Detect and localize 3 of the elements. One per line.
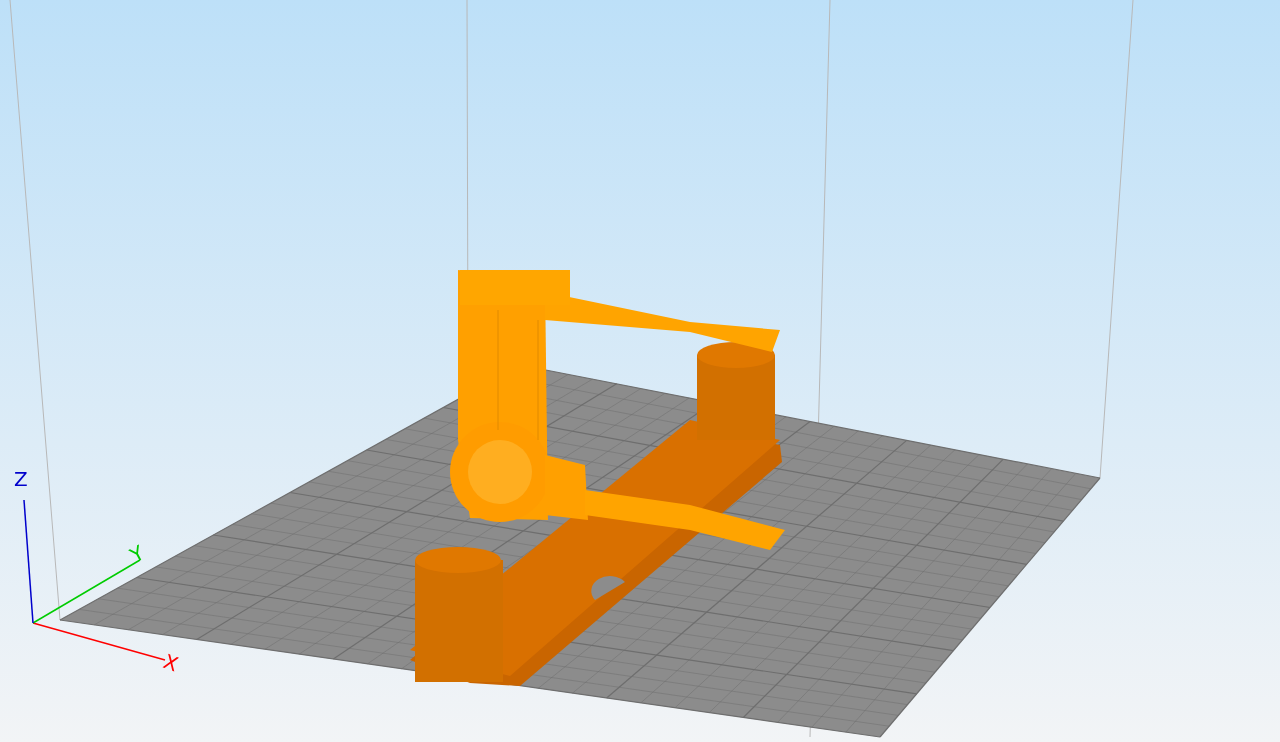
axis-indicator: X (32, 622, 182, 677)
axis-indicator: Y (32, 540, 149, 624)
axis-indicator: Z (14, 467, 34, 624)
